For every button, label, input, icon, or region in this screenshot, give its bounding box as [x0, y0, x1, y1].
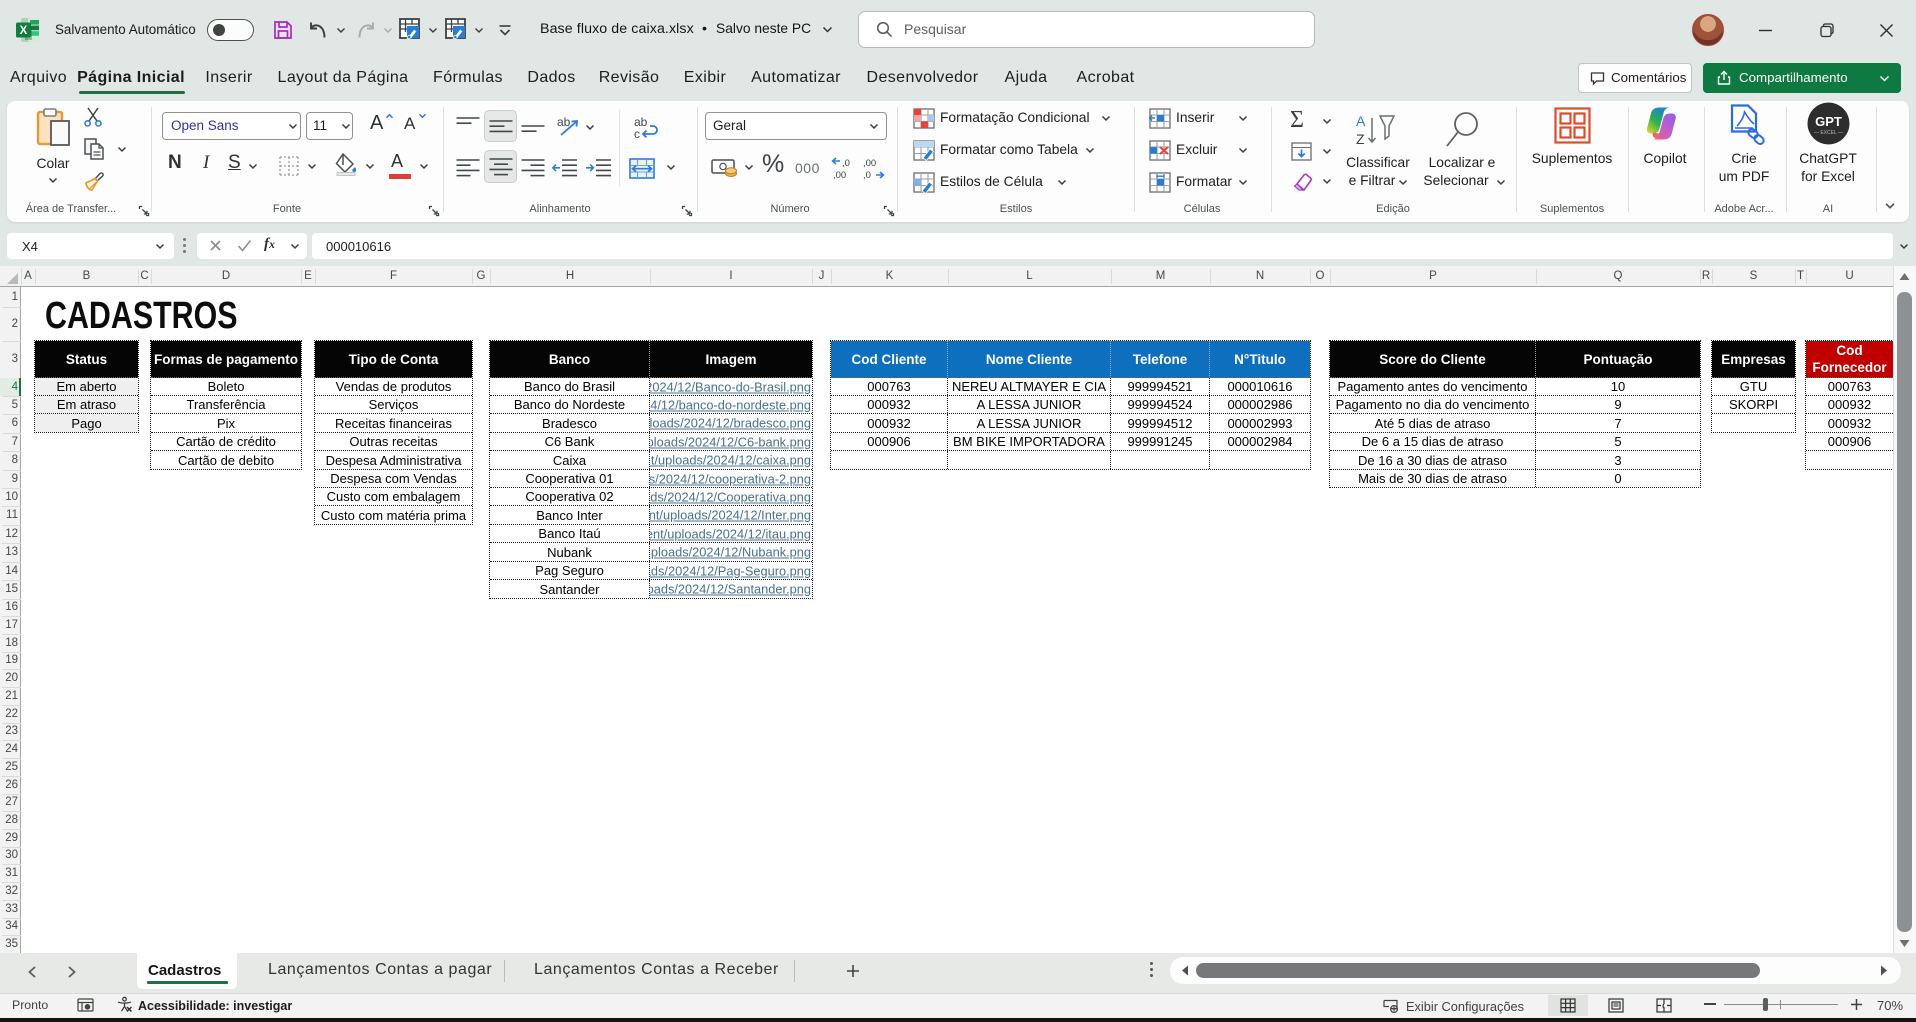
svg-text:— EXCEL —: — EXCEL —	[1814, 130, 1843, 136]
svg-text:GPT: GPT	[1815, 114, 1842, 129]
svg-text:,0: ,0	[863, 170, 871, 181]
svg-text:A: A	[1356, 113, 1366, 129]
svg-text:Z: Z	[1356, 131, 1365, 147]
svg-text:,00: ,00	[863, 158, 876, 169]
svg-text:,00: ,00	[833, 170, 846, 181]
svg-text:X: X	[20, 25, 28, 37]
svg-text:,0: ,0	[842, 158, 850, 169]
svg-text:ab: ab	[557, 115, 571, 129]
svg-text:c: c	[634, 127, 640, 140]
